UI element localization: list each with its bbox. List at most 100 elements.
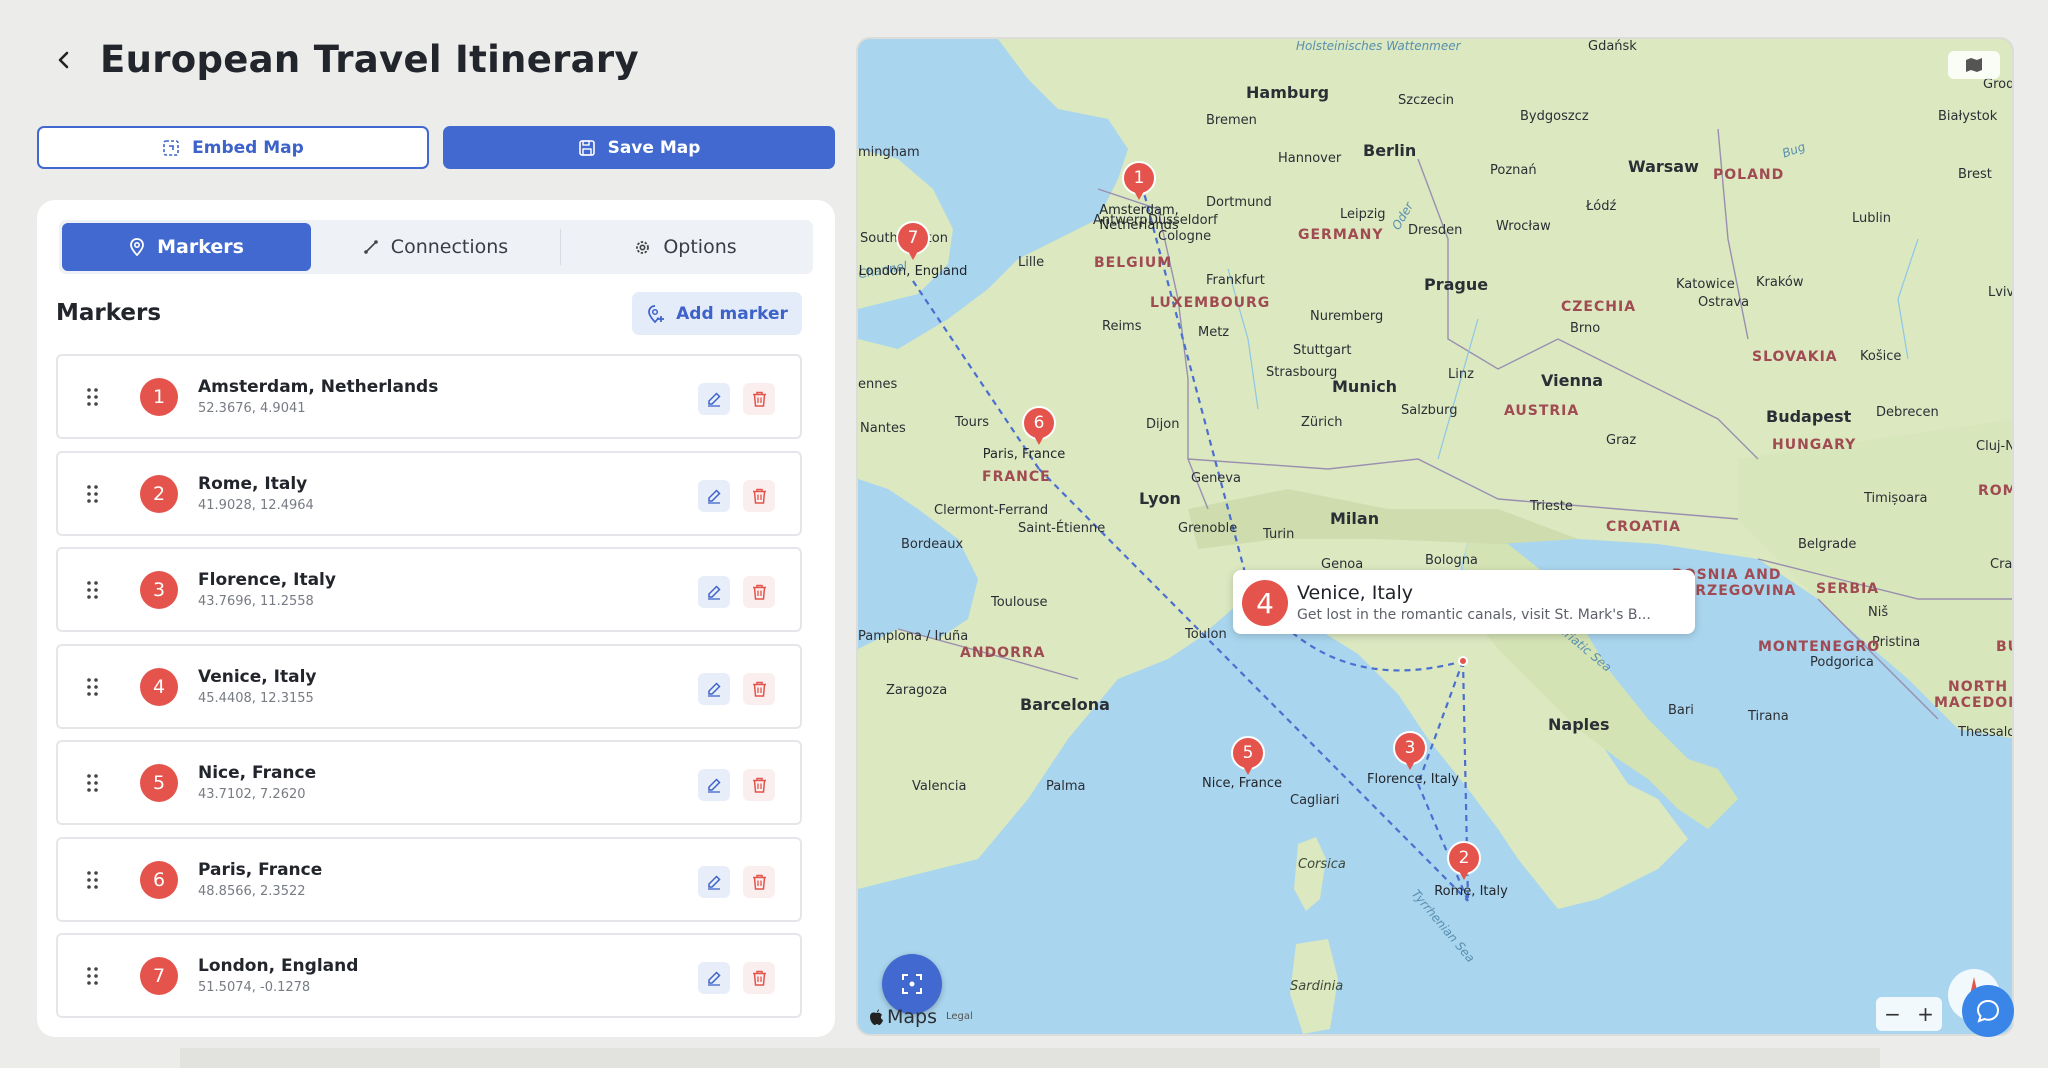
embed-map-button[interactable]: Embed Map [37, 126, 429, 169]
drag-handle-icon[interactable] [86, 387, 100, 407]
edit-marker-button[interactable] [698, 383, 730, 415]
map-city-label: Salzburg [1401, 403, 1458, 418]
map-country-label: BU [1996, 639, 2012, 655]
marker-coordinates: 45.4408, 12.3155 [198, 690, 314, 706]
map-view[interactable]: Hamburg Bremen Szczecin Bydgoszcz Berlin Hann… [856, 37, 2014, 1036]
map-city-label: Dresden [1408, 223, 1463, 238]
map-city-label: Metz [1198, 325, 1230, 340]
edit-marker-button[interactable] [698, 962, 730, 994]
chat-button[interactable] [1962, 985, 2014, 1037]
pin-tail [908, 251, 918, 260]
marker-row[interactable]: 2 Rome, Italy 41.9028, 12.4964 [56, 450, 802, 536]
edit-icon [708, 681, 721, 697]
map-pin-florence[interactable]: 3 [1393, 731, 1427, 773]
pin-label-amsterdam: Amsterdam, Netherlands [1099, 203, 1179, 233]
marker-row[interactable]: 7 London, England 51.5074, -0.1278 [56, 933, 802, 1018]
map-city-label: Lille [1018, 255, 1045, 270]
drag-handle-icon[interactable] [86, 484, 100, 504]
delete-marker-button[interactable] [743, 769, 775, 801]
delete-marker-button[interactable] [743, 576, 775, 608]
drag-handle-icon[interactable] [86, 870, 100, 890]
back-arrow-icon[interactable] [50, 46, 78, 74]
map-city-label: Pamplona / Iruña [858, 629, 969, 644]
edit-marker-button[interactable] [698, 672, 730, 705]
delete-marker-button[interactable] [743, 865, 775, 898]
map-pin-rome[interactable]: 2 [1447, 841, 1481, 883]
chat-bubble-icon [1976, 999, 2000, 1023]
tab-markers[interactable]: Markers [62, 223, 311, 271]
map-city-label: Linz [1448, 367, 1474, 382]
map-country-label: POLAND [1713, 167, 1785, 183]
marker-row[interactable]: 6 Paris, France 48.8566, 2.3522 [56, 836, 802, 922]
map-pin-venice-dot[interactable] [1458, 656, 1468, 666]
drag-handle-icon[interactable] [86, 773, 100, 793]
map-type-button[interactable] [1948, 51, 2000, 79]
pin-icon [130, 238, 144, 256]
map-city-label: Milan [1330, 509, 1380, 528]
pin-tail [1405, 761, 1415, 770]
save-icon [578, 139, 595, 156]
map-city-label: Łódź [1586, 199, 1617, 214]
marker-name: Venice, Italy [198, 666, 317, 687]
map-city-label: Hannover [1278, 151, 1342, 166]
zoom-control[interactable]: − + [1876, 997, 1942, 1031]
markers-heading: Markers [56, 300, 162, 326]
map-pin-paris[interactable]: 6 [1022, 406, 1056, 448]
map-country-label: CZECHIA [1561, 299, 1637, 315]
map-city-label: Barcelona [1020, 695, 1110, 714]
map-country-label: HUNGARY [1772, 437, 1857, 453]
map-pin-london[interactable]: 7 [896, 221, 930, 263]
edit-icon [708, 971, 721, 986]
map-city-label: Leipzig [1340, 207, 1386, 222]
map-city-label: Kraków [1756, 275, 1804, 290]
map-city-label: Reims [1102, 319, 1142, 334]
drag-handle-icon[interactable] [86, 580, 100, 600]
edit-icon [708, 874, 721, 890]
delete-marker-button[interactable] [743, 479, 775, 512]
fit-bounds-button[interactable] [882, 954, 942, 1014]
delete-marker-button[interactable] [743, 962, 775, 994]
gear-icon [636, 240, 650, 254]
map-city-label: ennes [858, 377, 898, 392]
map-country-label: NORTH [1948, 679, 2009, 695]
marker-row[interactable]: 4 Venice, Italy 45.4408, 12.3155 [56, 643, 802, 729]
edit-marker-button[interactable] [698, 576, 730, 608]
marker-row[interactable]: 3 Florence, Italy 43.7696, 11.2558 [56, 547, 802, 632]
delete-marker-button[interactable] [743, 672, 775, 705]
save-map-button[interactable]: Save Map [443, 126, 835, 169]
marker-number-badge: 1 [140, 378, 178, 416]
drag-handle-icon[interactable] [86, 966, 100, 986]
trash-icon [752, 970, 766, 986]
edit-marker-button[interactable] [698, 865, 730, 898]
delete-marker-button[interactable] [743, 383, 775, 415]
map-city-label: Turin [1263, 527, 1295, 542]
marker-coordinates: 51.5074, -0.1278 [198, 980, 311, 995]
map-island-label: Corsica [1298, 857, 1346, 872]
zoom-out-button[interactable]: − [1884, 1002, 1901, 1026]
map-pin-nice[interactable]: 5 [1231, 736, 1265, 778]
tab-connections[interactable]: Connections [311, 223, 560, 271]
embed-icon [163, 139, 179, 156]
marker-row[interactable]: 1 Amsterdam, Netherlands 52.3676, 4.9041 [56, 354, 802, 439]
marker-number-badge: 4 [140, 667, 178, 706]
trash-icon [752, 874, 766, 890]
marker-row[interactable]: 5 Nice, France 43.7102, 7.2620 [56, 740, 802, 825]
map-pin-amsterdam[interactable]: 1 [1122, 161, 1156, 203]
marker-popup[interactable]: 4 Venice, Italy Get lost in the romantic… [1233, 570, 1695, 634]
map-water-label: Holsteinisches Wattenmeer [1296, 39, 1461, 53]
edit-marker-button[interactable] [698, 769, 730, 801]
marker-number-badge: 7 [140, 957, 178, 995]
maps-logo: Maps [868, 1006, 937, 1028]
add-marker-button[interactable]: Add marker [632, 292, 802, 335]
edit-marker-button[interactable] [698, 479, 730, 512]
legal-link[interactable]: Legal [946, 1011, 973, 1022]
drag-handle-icon[interactable] [86, 677, 100, 697]
pin-badge: 6 [1022, 406, 1056, 440]
tab-options[interactable]: Options [561, 223, 810, 271]
map-city-label: Grenoble [1178, 521, 1238, 536]
zoom-in-button[interactable]: + [1917, 1002, 1934, 1026]
add-pin-icon [648, 304, 665, 323]
marker-number-badge: 3 [140, 571, 178, 609]
map-city-label: Poznań [1490, 163, 1537, 178]
map-city-label: Niš [1868, 605, 1889, 620]
